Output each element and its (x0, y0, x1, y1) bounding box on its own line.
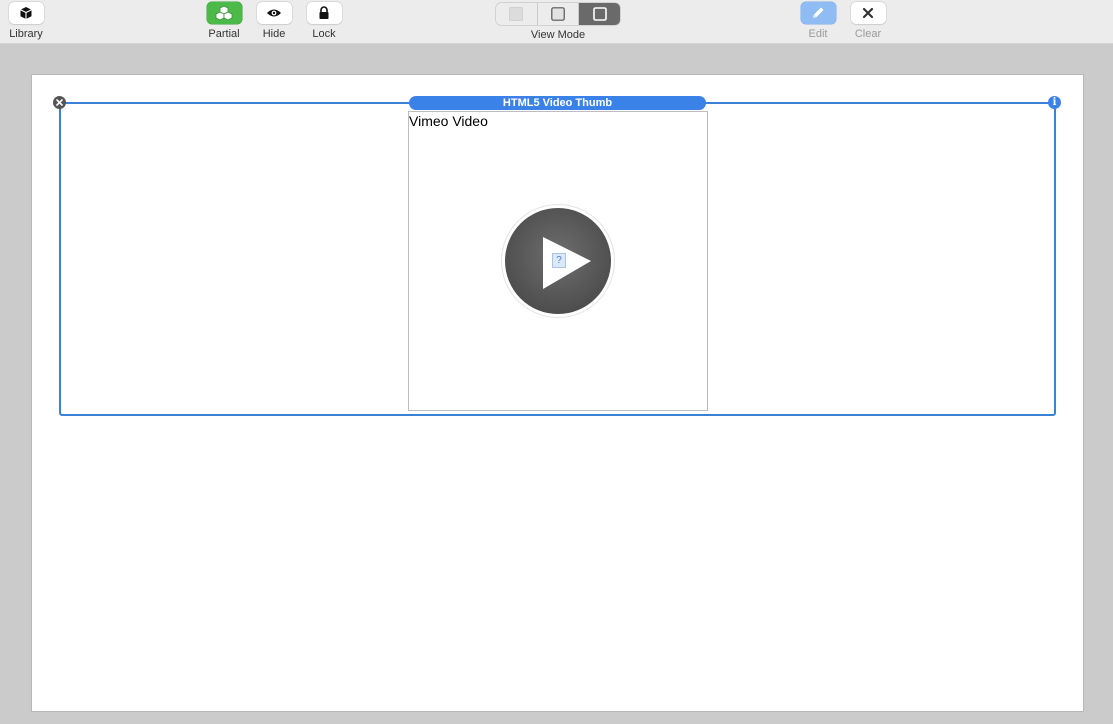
hide-label: Hide (262, 28, 286, 40)
edit-label: Edit (808, 28, 828, 40)
toolbar: Library Partial Hide Lock View Mode Edit… (0, 0, 1113, 44)
edit-button[interactable] (800, 2, 836, 24)
outline-square-icon (551, 7, 565, 21)
remove-element-button[interactable] (53, 96, 66, 109)
pencil-icon (813, 7, 824, 18)
selected-element-title[interactable]: HTML5 Video Thumb (409, 96, 706, 110)
lock-tool[interactable]: Lock (299, 2, 349, 41)
library-button[interactable] (8, 2, 44, 24)
clear-button[interactable] (850, 2, 886, 24)
clear-label: Clear (854, 28, 882, 40)
broken-image-icon: ? (552, 253, 566, 268)
view-mode-control: View Mode (496, 3, 620, 42)
x-icon (862, 7, 874, 19)
view-mode-bordered[interactable] (579, 3, 620, 25)
bordered-square-icon (592, 7, 607, 21)
library-label: Library (9, 28, 43, 40)
edit-tool[interactable]: Edit (793, 2, 843, 41)
close-icon (56, 99, 63, 106)
video-thumbnail[interactable]: Vimeo Video ? (408, 111, 708, 411)
library-tool[interactable]: Library (1, 2, 51, 41)
video-title: Vimeo Video (409, 113, 488, 129)
view-mode-label: View Mode (530, 29, 586, 41)
lock-label: Lock (312, 28, 336, 40)
eye-icon (267, 9, 281, 17)
hide-tool[interactable]: Hide (249, 2, 299, 41)
view-mode-outline[interactable] (537, 3, 580, 25)
lock-icon (319, 6, 329, 19)
partial-label: Partial (208, 28, 240, 40)
hide-button[interactable] (256, 2, 292, 24)
partial-button[interactable] (206, 2, 242, 24)
filled-square-icon (509, 7, 524, 21)
view-mode-filled[interactable] (496, 3, 538, 25)
lock-button[interactable] (306, 2, 342, 24)
blocks-icon (215, 5, 233, 21)
element-info-button[interactable]: i (1048, 96, 1061, 109)
clear-tool[interactable]: Clear (843, 2, 893, 41)
view-mode-segmented (496, 3, 620, 25)
info-icon: i (1052, 96, 1057, 108)
partial-tool[interactable]: Partial (199, 2, 249, 41)
cube-icon (20, 7, 32, 19)
